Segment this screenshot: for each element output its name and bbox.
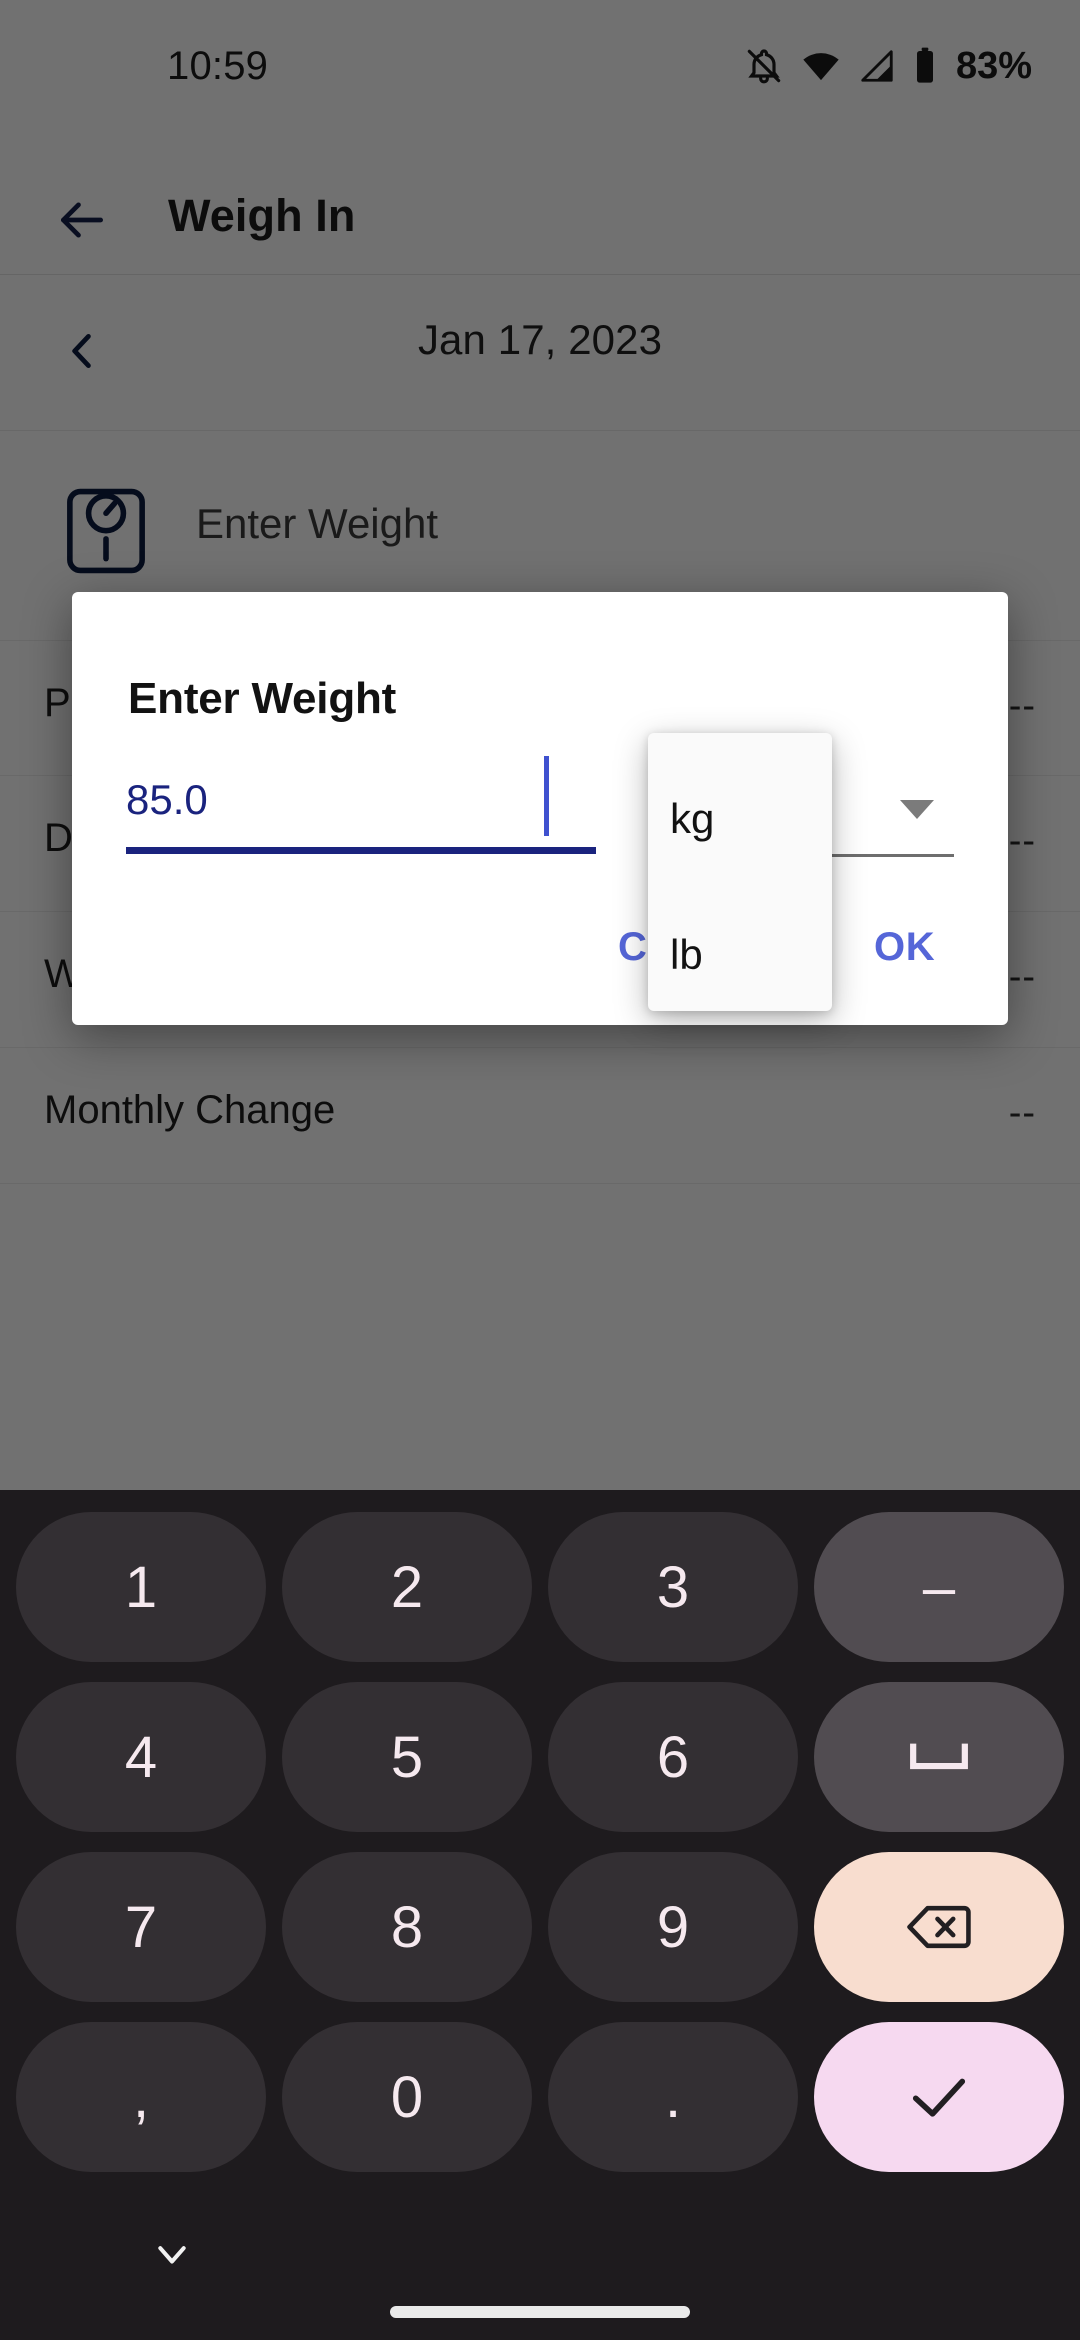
key-2[interactable]: 2 (282, 1512, 532, 1662)
text-caret (544, 756, 549, 836)
key-5[interactable]: 5 (282, 1682, 532, 1832)
dropdown-option-kg[interactable]: kg (670, 793, 714, 845)
key-label: 5 (390, 1724, 424, 1790)
key-label: – (922, 1554, 956, 1620)
key-4[interactable]: 4 (16, 1682, 266, 1832)
home-indicator[interactable] (390, 2306, 690, 2318)
key-label: , (132, 2064, 150, 2130)
key-label: 2 (390, 1554, 424, 1620)
key-1[interactable]: 1 (16, 1512, 266, 1662)
keyboard-grid: 1 2 3 – 4 5 6 7 8 9 , 0 . (16, 1512, 1064, 2172)
key-minus[interactable]: – (814, 1512, 1064, 1662)
dropdown-option-lb[interactable]: lb (670, 929, 703, 981)
space-bar-icon (908, 1741, 970, 1773)
key-7[interactable]: 7 (16, 1852, 266, 2002)
key-enter[interactable] (814, 2022, 1064, 2172)
weight-input-value: 85.0 (126, 776, 208, 823)
key-label: 0 (390, 2064, 424, 2130)
key-space[interactable] (814, 1682, 1064, 1832)
key-comma[interactable]: , (16, 2022, 266, 2172)
chevron-down-icon (149, 2234, 195, 2279)
key-label: 7 (124, 1894, 158, 1960)
weight-input-underline (126, 847, 596, 854)
key-backspace[interactable] (814, 1852, 1064, 2002)
key-6[interactable]: 6 (548, 1682, 798, 1832)
key-period[interactable]: . (548, 2022, 798, 2172)
ok-button[interactable]: OK (874, 925, 935, 970)
key-label: 8 (390, 1894, 424, 1960)
key-9[interactable]: 9 (548, 1852, 798, 2002)
enter-weight-dialog: Enter Weight 85.0 CANCEL OK (72, 592, 1008, 1025)
key-label: 9 (656, 1894, 690, 1960)
weight-input[interactable]: 85.0 (126, 774, 596, 838)
numeric-keyboard: 1 2 3 – 4 5 6 7 8 9 , 0 . (0, 1490, 1080, 2340)
dialog-title: Enter Weight (128, 674, 397, 723)
triangle-down-icon (900, 800, 934, 819)
key-0[interactable]: 0 (282, 2022, 532, 2172)
key-label: 3 (656, 1554, 690, 1620)
key-label: 4 (124, 1724, 158, 1790)
backspace-icon (906, 1902, 972, 1952)
keyboard-bottom-bar (0, 2174, 1080, 2340)
key-label: . (664, 2064, 682, 2130)
key-label: 6 (656, 1724, 690, 1790)
phone-screen: 10:59 (0, 0, 1080, 2340)
unit-dropdown-menu: kg lb (648, 733, 832, 1011)
dialog-actions: CANCEL OK (72, 907, 1008, 997)
key-8[interactable]: 8 (282, 1852, 532, 2002)
key-3[interactable]: 3 (548, 1512, 798, 1662)
hide-keyboard-button[interactable] (142, 2226, 202, 2286)
key-label: 1 (124, 1554, 158, 1620)
checkmark-icon (908, 2073, 970, 2121)
